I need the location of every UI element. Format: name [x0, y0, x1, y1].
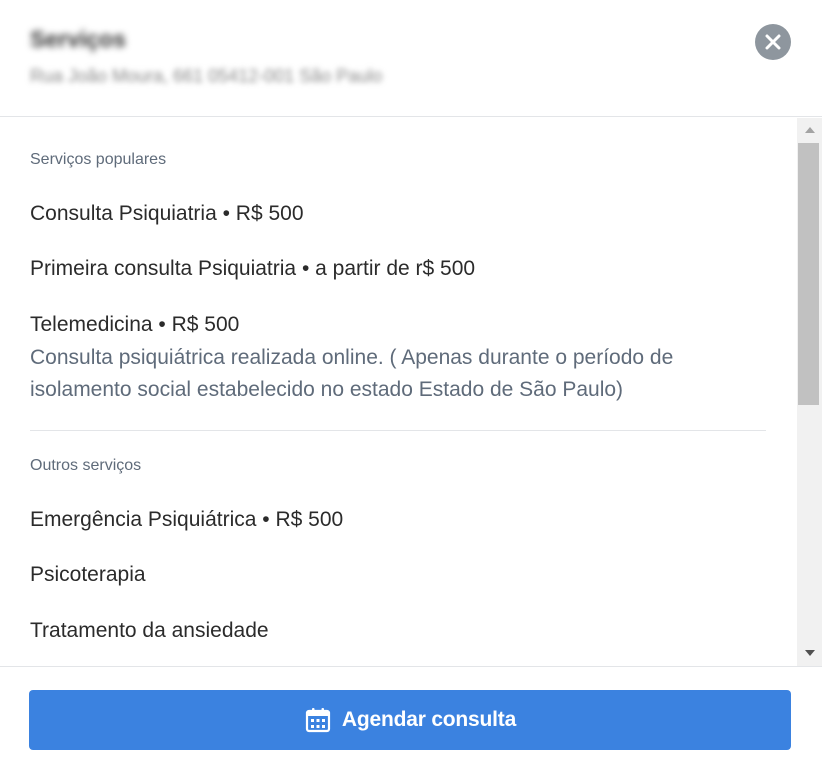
- book-appointment-label: Agendar consulta: [341, 708, 517, 731]
- section-divider: [30, 430, 766, 431]
- modal-subtitle-address: Rua João Moura, 661 05412-001 São Paulo: [30, 66, 383, 86]
- modal-header: Serviços Rua João Moura, 661 05412-001 S…: [0, 0, 822, 117]
- service-item: Telemedicina • R$ 500: [30, 313, 240, 336]
- scrollbar-thumb[interactable]: [798, 143, 819, 405]
- service-item: Consulta Psiquiatria • R$ 500: [30, 202, 304, 225]
- calendar-icon: [305, 708, 331, 733]
- service-item: Primeira consulta Psiquiatria • a partir…: [30, 257, 476, 280]
- scrollbar[interactable]: [797, 118, 822, 666]
- book-appointment-button[interactable]: Agendar consulta: [29, 690, 791, 750]
- close-button[interactable]: [755, 24, 791, 60]
- scroll-up-arrow-icon[interactable]: [805, 127, 815, 133]
- service-item: Psicoterapia: [30, 563, 146, 586]
- service-item: Tratamento da ansiedade: [30, 619, 269, 642]
- modal-title: Serviços: [30, 26, 126, 52]
- modal-footer: Agendar consulta: [0, 666, 822, 770]
- scroll-down-arrow-icon[interactable]: [805, 650, 815, 656]
- service-description: Consulta psiquiátrica realizada online. …: [30, 346, 674, 401]
- section-label-popular: Serviços populares: [30, 151, 167, 168]
- section-label-others: Outros serviços: [30, 457, 142, 474]
- service-item: Emergência Psiquiátrica • R$ 500: [30, 508, 344, 531]
- services-list[interactable]: Serviços populares Consulta Psiquiatria …: [0, 118, 797, 666]
- close-icon: [765, 34, 781, 50]
